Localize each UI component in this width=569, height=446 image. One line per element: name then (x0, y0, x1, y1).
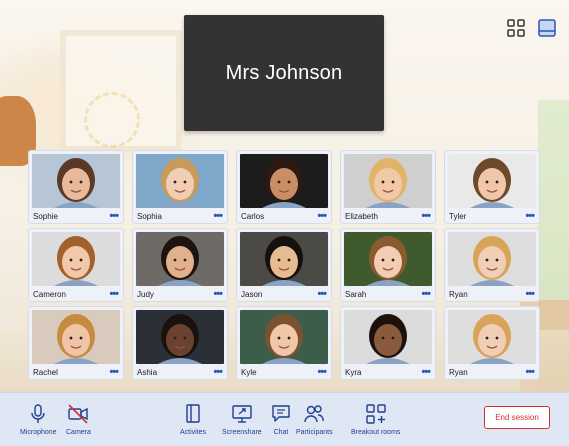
participant-tile[interactable]: Sophia ••• (132, 150, 228, 224)
participant-more-options-icon[interactable]: ••• (421, 367, 431, 378)
camera-label: Camera (66, 429, 91, 436)
participant-name: Judy (137, 290, 154, 299)
participants-button[interactable]: Participants (296, 403, 333, 436)
participant-name: Ashia (137, 368, 158, 377)
participant-tile[interactable]: Sophie ••• (28, 150, 124, 224)
participant-more-options-icon[interactable]: ••• (109, 211, 119, 222)
participant-more-options-icon[interactable]: ••• (317, 289, 327, 300)
participant-more-options-icon[interactable]: ••• (213, 367, 223, 378)
participant-tile[interactable]: Ashia ••• (132, 306, 228, 380)
participant-tile[interactable]: Kyra ••• (340, 306, 436, 380)
participant-name: Tyler (449, 212, 467, 221)
grid-view-button[interactable] (506, 18, 526, 38)
chat-label: Chat (273, 429, 289, 436)
participant-more-options-icon[interactable]: ••• (525, 367, 535, 378)
participant-more-options-icon[interactable]: ••• (421, 211, 431, 222)
teacher-video-tile[interactable]: Mrs Johnson (184, 15, 384, 131)
participant-video (344, 232, 432, 286)
grid-view-icon (507, 19, 525, 37)
participant-tile[interactable]: Carlos ••• (236, 150, 332, 224)
participant-name: Cameron (33, 290, 66, 299)
participant-video (32, 232, 120, 286)
participant-more-options-icon[interactable]: ••• (213, 211, 223, 222)
background-sun-drawing (84, 92, 140, 148)
camera-button[interactable]: Camera (66, 403, 91, 436)
participant-video (240, 310, 328, 364)
participant-video (136, 310, 224, 364)
activities-label: Activites (180, 429, 207, 436)
participant-more-options-icon[interactable]: ••• (525, 211, 535, 222)
participant-name: Sophia (137, 212, 162, 221)
participant-video (344, 154, 432, 208)
screenshare-button[interactable]: Screenshare (222, 403, 262, 436)
participant-tile[interactable]: Rachel ••• (28, 306, 124, 380)
speaker-view-button[interactable] (537, 18, 557, 38)
participant-tile[interactable]: Judy ••• (132, 228, 228, 302)
participant-name: Sarah (345, 290, 367, 299)
participant-video (136, 232, 224, 286)
participant-more-options-icon[interactable]: ••• (421, 289, 431, 300)
participants-label: Participants (296, 429, 333, 436)
participant-tile[interactable]: Kyle ••• (236, 306, 332, 380)
participant-more-options-icon[interactable]: ••• (109, 289, 119, 300)
participant-name: Rachel (33, 368, 58, 377)
activities-book-icon (186, 404, 200, 423)
breakout-rooms-button[interactable]: Breakout rooms (351, 403, 400, 436)
participant-video (448, 232, 536, 286)
microphone-button[interactable]: Microphone (20, 403, 57, 436)
participant-name: Ryan (449, 368, 468, 377)
end-session-button[interactable]: End session (484, 406, 550, 429)
chat-button[interactable]: Chat (270, 403, 292, 436)
participant-video (240, 232, 328, 286)
participant-tile[interactable]: Elizabeth ••• (340, 150, 436, 224)
participant-tile[interactable]: Cameron ••• (28, 228, 124, 302)
participant-tile[interactable]: Jason ••• (236, 228, 332, 302)
participant-video (32, 310, 120, 364)
participant-tile[interactable]: Sarah ••• (340, 228, 436, 302)
activities-button[interactable]: Activites (180, 403, 206, 436)
breakout-rooms-icon (366, 404, 386, 424)
participant-more-options-icon[interactable]: ••• (213, 289, 223, 300)
participant-tile[interactable]: Ryan ••• (444, 228, 540, 302)
screenshare-icon (232, 405, 252, 423)
speaker-view-icon (538, 19, 556, 37)
participant-name: Carlos (241, 212, 265, 221)
breakout-rooms-label: Breakout rooms (351, 429, 401, 436)
screenshare-label: Screenshare (222, 429, 262, 436)
participant-name: Ryan (449, 290, 468, 299)
chat-bubble-icon (272, 405, 290, 422)
participant-more-options-icon[interactable]: ••• (525, 289, 535, 300)
participant-tile[interactable]: Ryan ••• (444, 306, 540, 380)
participant-video (448, 154, 536, 208)
microphone-label: Microphone (20, 429, 57, 436)
participant-name: Sophie (33, 212, 58, 221)
participant-name: Jason (241, 290, 263, 299)
microphone-icon (31, 404, 45, 423)
participant-name: Kyle (241, 368, 257, 377)
participant-video (344, 310, 432, 364)
participant-name: Kyra (345, 368, 362, 377)
camera-off-icon (68, 404, 89, 424)
participant-more-options-icon[interactable]: ••• (317, 211, 327, 222)
teacher-name: Mrs Johnson (225, 61, 343, 84)
participant-video (448, 310, 536, 364)
participant-video (136, 154, 224, 208)
participant-name: Elizabeth (345, 212, 378, 221)
participant-tile[interactable]: Tyler ••• (444, 150, 540, 224)
participants-people-icon (304, 405, 325, 423)
participant-video (32, 154, 120, 208)
participant-video (240, 154, 328, 208)
participant-grid: Sophie ••• Sophia ••• Carlos ••• Elizabeth ••• T… (28, 150, 540, 380)
participant-more-options-icon[interactable]: ••• (317, 367, 327, 378)
participant-more-options-icon[interactable]: ••• (109, 367, 119, 378)
